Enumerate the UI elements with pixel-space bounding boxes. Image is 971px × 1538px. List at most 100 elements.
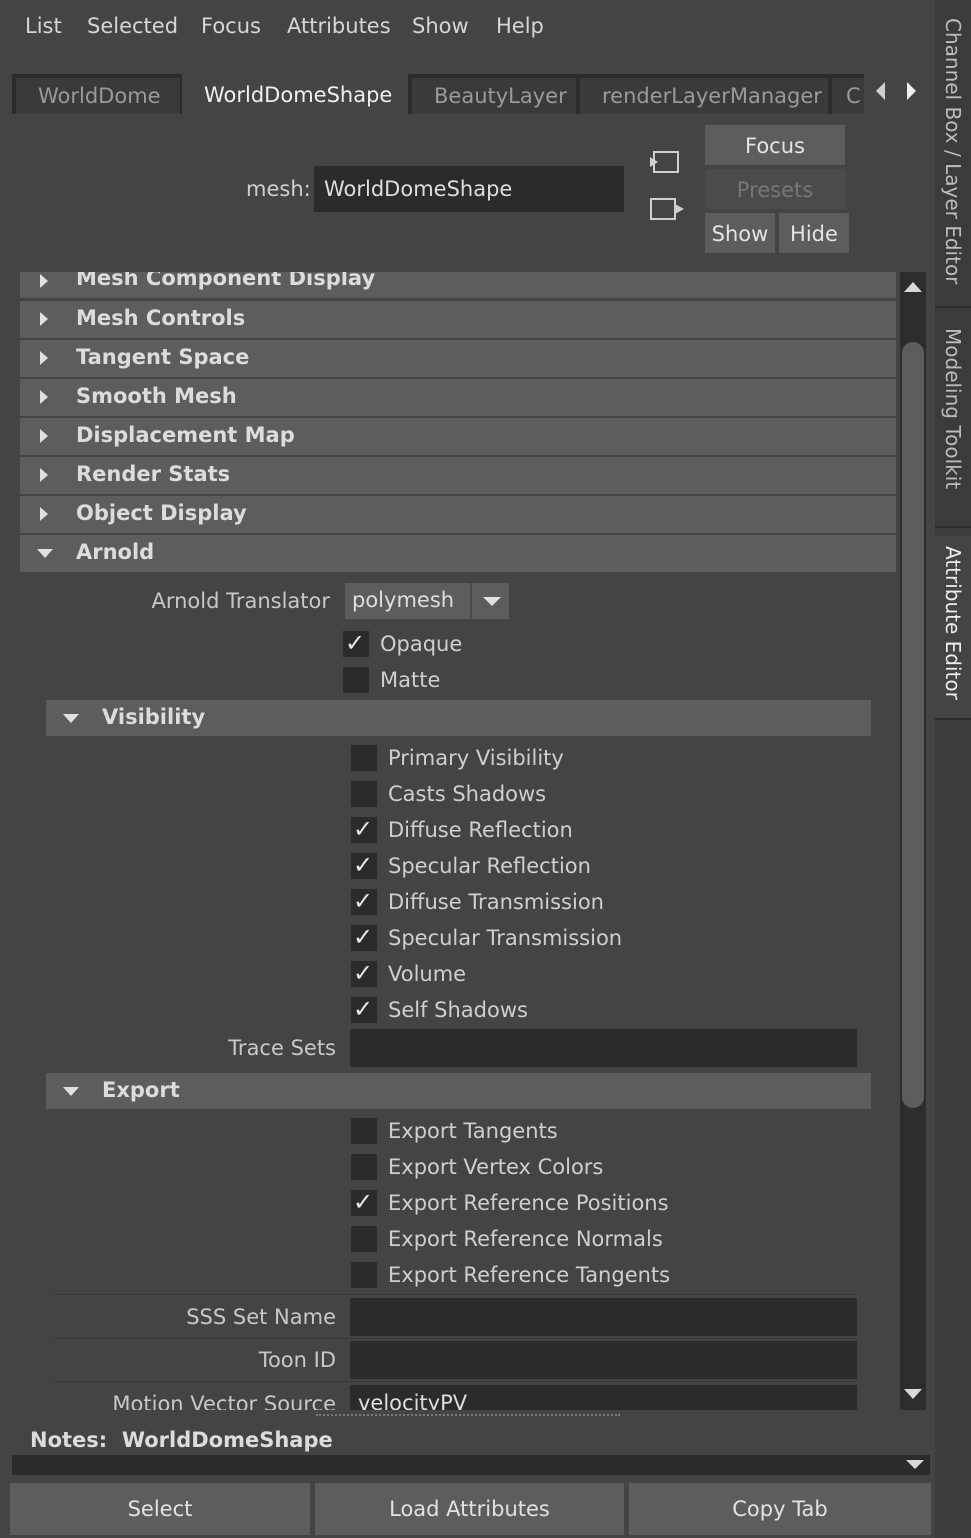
- menu-bar: List Selected Focus Attributes Show Help: [0, 0, 935, 58]
- divider: [52, 1338, 857, 1339]
- node-name-field[interactable]: WorldDomeShape: [314, 166, 624, 212]
- sss-set-name-label: SSS Set Name: [186, 1305, 336, 1329]
- tab-scroll-left-icon[interactable]: [876, 82, 885, 100]
- scroll-up-icon[interactable]: [904, 282, 922, 292]
- tab-worlddomeshape[interactable]: WorldDomeShape: [182, 74, 408, 114]
- checkmark-icon: ✓: [353, 959, 374, 987]
- presets-button[interactable]: Presets: [705, 169, 845, 209]
- notes-field[interactable]: [12, 1455, 930, 1475]
- load-attributes-button[interactable]: Load Attributes: [315, 1483, 624, 1535]
- section-smooth-mesh[interactable]: Smooth Mesh: [20, 379, 896, 416]
- checkbox-label: Diffuse Reflection: [388, 818, 573, 842]
- checkbox-label: Specular Reflection: [388, 854, 591, 878]
- checkbox-label: Volume: [388, 962, 467, 986]
- checkbox[interactable]: ✓: [351, 851, 377, 879]
- section-tangent-space[interactable]: Tangent Space: [20, 340, 896, 377]
- checkbox[interactable]: [351, 1118, 377, 1144]
- section-title: Tangent Space: [76, 345, 250, 369]
- checkbox-label: Export Reference Tangents: [388, 1263, 671, 1287]
- checkbox[interactable]: ✓: [351, 959, 377, 987]
- tab-worlddome[interactable]: WorldDome: [16, 78, 180, 114]
- node-type-label: mesh:: [246, 177, 311, 201]
- tab-renderlayermanager[interactable]: renderLayerManager: [580, 78, 828, 114]
- motion-vector-source-label: Motion Vector Source: [112, 1392, 336, 1410]
- checkbox[interactable]: [351, 745, 377, 771]
- checkbox[interactable]: ✓: [351, 887, 377, 915]
- tab-scroll-right-icon[interactable]: [907, 82, 916, 100]
- checkmark-icon: ✓: [353, 887, 374, 915]
- expanded-arrow-icon: [37, 549, 53, 558]
- motion-vector-source-field[interactable]: velocityPV: [350, 1385, 857, 1410]
- load-output-icon[interactable]: [650, 197, 686, 221]
- sss-set-name-field[interactable]: [350, 1298, 857, 1336]
- notes-header: Notes: WorldDomeShape: [30, 1428, 333, 1452]
- checkbox[interactable]: ✓: [351, 923, 377, 951]
- checkbox[interactable]: [351, 1226, 377, 1252]
- hide-button[interactable]: Hide: [779, 213, 849, 253]
- tab-beautylayer[interactable]: BeautyLayer: [412, 78, 576, 114]
- section-title: Object Display: [76, 501, 247, 525]
- checkbox[interactable]: [351, 781, 377, 807]
- checkmark-icon: ✓: [353, 923, 374, 951]
- opaque-checkbox[interactable]: ✓: [343, 629, 369, 657]
- show-button[interactable]: Show: [705, 213, 775, 253]
- vertical-scrollbar[interactable]: [900, 272, 926, 1410]
- matte-checkbox[interactable]: [343, 667, 369, 693]
- subsection-visibility[interactable]: Visibility: [46, 700, 871, 736]
- trace-sets-label: Trace Sets: [228, 1036, 336, 1060]
- menu-focus[interactable]: Focus: [201, 14, 261, 38]
- section-arnold[interactable]: Arnold: [20, 535, 896, 572]
- tab-attribute-editor[interactable]: Attribute Editor: [935, 536, 971, 720]
- tab-label: Channel Box / Layer Editor: [941, 18, 965, 285]
- checkbox-label: Self Shadows: [388, 998, 528, 1022]
- attribute-panel: Mesh Component Display Mesh Controls Tan…: [12, 272, 900, 1410]
- tab-overflow[interactable]: C: [832, 78, 864, 114]
- menu-list[interactable]: List: [25, 14, 62, 38]
- menu-attributes[interactable]: Attributes: [287, 14, 391, 38]
- divider: [52, 1381, 857, 1382]
- section-object-display[interactable]: Object Display: [20, 496, 896, 533]
- section-mesh-component-display[interactable]: Mesh Component Display: [20, 272, 896, 298]
- section-title: Arnold: [76, 540, 155, 564]
- load-input-icon[interactable]: [650, 150, 680, 174]
- notes-node-name: WorldDomeShape: [121, 1428, 333, 1452]
- opaque-label: Opaque: [380, 632, 463, 656]
- checkbox[interactable]: ✓: [351, 995, 377, 1023]
- checkbox-label: Casts Shadows: [388, 782, 547, 806]
- section-title: Render Stats: [76, 462, 231, 486]
- checkbox[interactable]: ✓: [351, 815, 377, 843]
- arnold-translator-dropdown[interactable]: polymesh: [345, 583, 509, 619]
- checkbox-label: Export Reference Positions: [388, 1191, 669, 1215]
- copy-tab-button[interactable]: Copy Tab: [629, 1483, 931, 1535]
- section-mesh-controls[interactable]: Mesh Controls: [20, 301, 896, 338]
- menu-help[interactable]: Help: [496, 14, 544, 38]
- section-render-stats[interactable]: Render Stats: [20, 457, 896, 494]
- checkbox-label: Export Tangents: [388, 1119, 558, 1143]
- checkbox[interactable]: [351, 1154, 377, 1180]
- checkbox-label: Specular Transmission: [388, 926, 623, 950]
- select-button[interactable]: Select: [10, 1483, 310, 1535]
- scroll-down-icon[interactable]: [904, 1389, 922, 1399]
- focus-button[interactable]: Focus: [705, 125, 845, 165]
- tab-label: Attribute Editor: [941, 546, 965, 700]
- toon-id-field[interactable]: [350, 1341, 857, 1379]
- section-displacement-map[interactable]: Displacement Map: [20, 418, 896, 455]
- arnold-translator-label: Arnold Translator: [151, 589, 330, 613]
- trace-sets-field[interactable]: [350, 1029, 857, 1067]
- checkbox-label: Export Vertex Colors: [388, 1155, 604, 1179]
- menu-selected[interactable]: Selected: [87, 14, 178, 38]
- checkbox[interactable]: [351, 1262, 377, 1288]
- node-tab-bar: WorldDome WorldDomeShape BeautyLayer ren…: [12, 74, 864, 114]
- checkbox[interactable]: ✓: [351, 1188, 377, 1216]
- menu-show[interactable]: Show: [412, 14, 469, 38]
- tab-modeling-toolkit[interactable]: Modeling Toolkit: [935, 318, 971, 528]
- subsection-title: Visibility: [102, 705, 206, 729]
- subsection-export[interactable]: Export: [46, 1073, 871, 1109]
- chevron-down-icon: [483, 597, 501, 606]
- tab-channel-box[interactable]: Channel Box / Layer Editor: [935, 8, 971, 308]
- collapsed-arrow-icon: [40, 507, 48, 521]
- checkbox-label: Diffuse Transmission: [388, 890, 604, 914]
- resize-handle[interactable]: [316, 1414, 620, 1418]
- notes-expand-icon[interactable]: [906, 1460, 924, 1469]
- scrollbar-thumb[interactable]: [902, 342, 924, 1108]
